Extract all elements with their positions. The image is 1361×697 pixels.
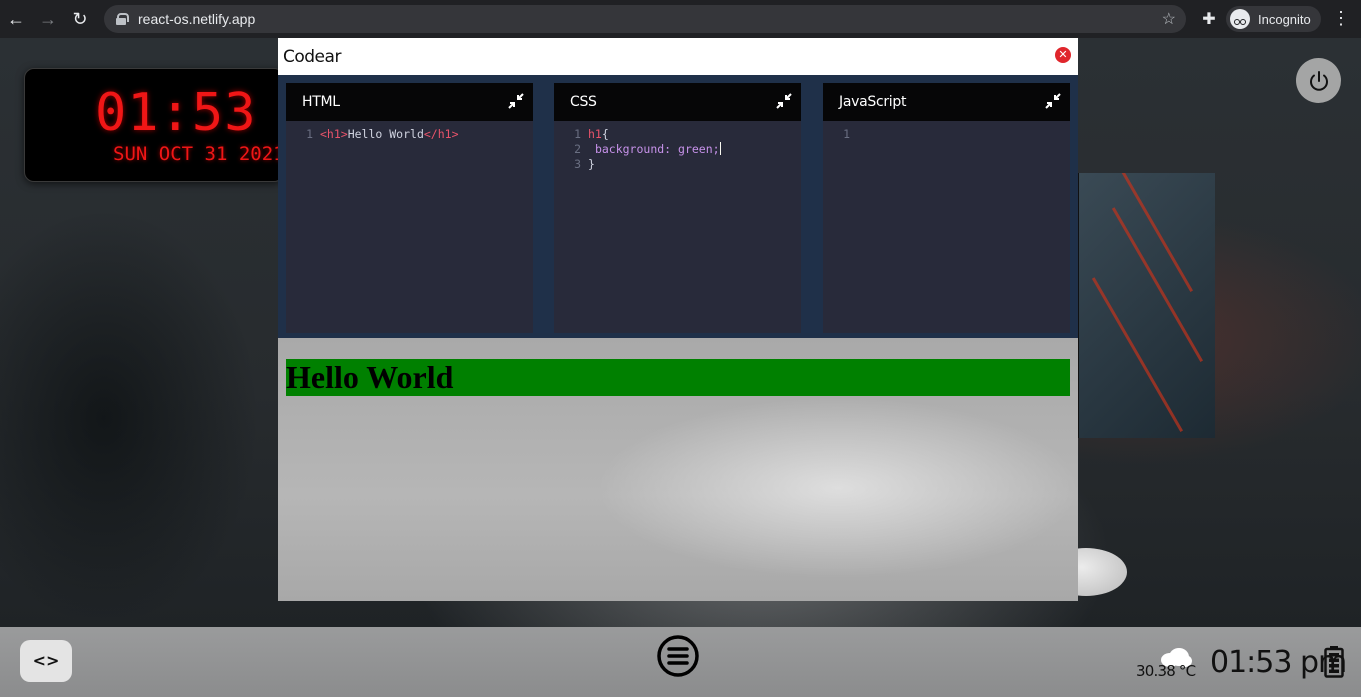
html-editor-pane: HTML 1 <h1>Hello World</h1> — [286, 83, 533, 333]
incognito-icon — [1230, 9, 1250, 29]
collapse-icon[interactable] — [776, 93, 792, 109]
desktop: 01:53 PM SUN OCT 31 2021 Codear ✕ HTML — [0, 38, 1361, 627]
star-icon[interactable]: ☆ — [1162, 9, 1176, 29]
url-text[interactable]: react-os.netlify.app — [138, 11, 255, 27]
preview-heading: Hello World — [286, 359, 1070, 396]
wallpaper-monitor — [1075, 173, 1215, 438]
close-icon[interactable]: ✕ — [1055, 47, 1071, 63]
css-editor-header: CSS — [554, 83, 801, 121]
js-editor-label: JavaScript — [839, 94, 907, 110]
output-preview: Hello World — [278, 338, 1078, 601]
start-menu-icon[interactable] — [656, 634, 700, 678]
css-code-editor[interactable]: 1 h1{ 2 background: green; 3} — [554, 127, 721, 172]
digital-clock-widget: 01:53 PM SUN OCT 31 2021 — [24, 68, 284, 182]
js-code-editor[interactable]: 1 — [823, 127, 857, 142]
window-title-bar[interactable]: Codear ✕ — [278, 38, 1078, 75]
incognito-label: Incognito — [1258, 11, 1311, 27]
code-line: 1 <h1>Hello World</h1> — [306, 127, 459, 141]
code-line: 3} — [574, 157, 595, 171]
js-editor-header: JavaScript — [823, 83, 1070, 121]
taskbar: <> 30.38 °C 01:53 pm — [0, 627, 1361, 697]
weather-widget: 30.38 °C — [1136, 647, 1196, 687]
address-bar[interactable]: react-os.netlify.app ☆ — [104, 5, 1186, 33]
forward-arrow-icon[interactable]: → — [32, 0, 64, 38]
js-editor-pane: JavaScript 1 — [823, 83, 1070, 333]
code-line: 1 h1{ — [574, 127, 609, 141]
lock-icon[interactable] — [116, 13, 129, 25]
html-editor-header: HTML — [286, 83, 533, 121]
kebab-menu-icon[interactable]: ⋮ — [1332, 8, 1350, 28]
css-editor-pane: CSS 1 h1{ 2 background: green; 3} — [554, 83, 801, 333]
collapse-icon[interactable] — [1045, 93, 1061, 109]
browser-toolbar: ← → ↻ react-os.netlify.app ☆ ✚ Incognito… — [0, 0, 1361, 38]
text-cursor — [719, 142, 721, 155]
reload-icon[interactable]: ↻ — [64, 0, 96, 38]
power-icon — [1309, 70, 1328, 91]
incognito-badge[interactable]: Incognito — [1226, 6, 1321, 32]
extensions-icon[interactable]: ✚ — [1199, 9, 1219, 29]
power-button[interactable] — [1296, 58, 1341, 103]
html-code-editor[interactable]: 1 <h1>Hello World</h1> — [286, 127, 459, 142]
window-title: Codear — [283, 47, 341, 67]
wallpaper-plant — [0, 208, 260, 627]
html-editor-label: HTML — [302, 94, 340, 110]
css-editor-label: CSS — [570, 94, 597, 110]
collapse-icon[interactable] — [508, 93, 524, 109]
editor-panels: HTML 1 <h1>Hello World</h1> CSS 1 h1{2 … — [278, 75, 1078, 338]
codear-launcher-button[interactable]: <> — [20, 640, 72, 682]
codear-window: Codear ✕ HTML 1 <h1>Hello World</h1> CSS… — [278, 38, 1078, 601]
battery-icon — [1324, 646, 1344, 678]
code-line: 2 background: green; — [574, 142, 721, 156]
code-line: 1 — [843, 127, 850, 141]
clock-time: 01:53 PM — [95, 83, 283, 143]
clock-date: SUN OCT 31 2021 — [113, 143, 284, 165]
temperature-text: 30.38 °C — [1136, 662, 1196, 680]
back-arrow-icon[interactable]: ← — [0, 0, 32, 38]
